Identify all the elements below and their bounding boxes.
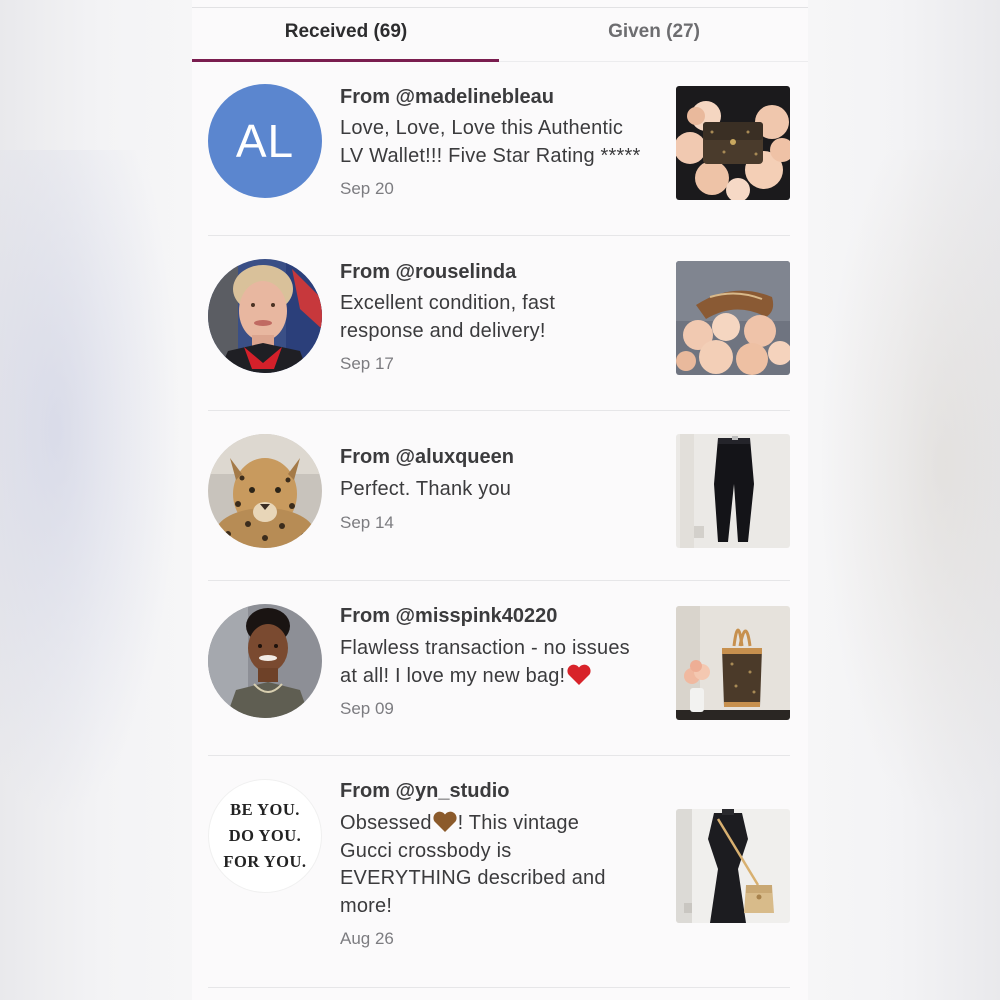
comment-line: Excellent condition, fast (340, 292, 556, 314)
avatar-photo (208, 259, 322, 373)
comment-line: Flawless transaction - no issues (340, 637, 630, 659)
review-date: Sep 17 (340, 354, 394, 373)
comment-line: response and delivery! (340, 319, 546, 342)
comment-line: LV Wallet!!! Five Star Rating ***** (340, 144, 641, 167)
avatar[interactable] (208, 259, 322, 373)
review-item: AL From @madelinebleau Love, Love, Love … (192, 60, 808, 236)
bucket-bag-photo (676, 606, 790, 720)
avatar-photo (208, 434, 322, 548)
review-date: Aug 26 (340, 929, 394, 948)
tab-given[interactable]: Given (27) (500, 8, 808, 61)
listing-thumbnail[interactable] (676, 86, 790, 200)
comment-line: Obsessed (340, 812, 432, 834)
love-notes-screen: Received (69) Given (27) AL From @madeli… (192, 0, 808, 1000)
review-item: BE YOU. DO YOU. FOR YOU. From @yn_studio… (192, 756, 808, 988)
review-item: From @misspink40220 Flawless transaction… (192, 581, 808, 756)
review-date: Sep 14 (340, 513, 394, 532)
review-sender[interactable]: From @rouselinda (340, 261, 516, 284)
comment-line: at all! I love my new bag! (340, 664, 566, 687)
avatar-text-line: DO YOU. (228, 826, 302, 845)
review-comment: Perfect. Thank you (340, 476, 655, 504)
background-left (0, 150, 190, 850)
listing-thumbnail[interactable] (676, 261, 790, 375)
review-comment: Excellent condition, fast response and d… (340, 290, 655, 345)
review-sender[interactable]: From @yn_studio (340, 780, 510, 803)
review-date: Sep 09 (340, 699, 394, 718)
avatar-text-line: FOR YOU. (223, 852, 307, 871)
listing-thumbnail[interactable] (676, 434, 790, 548)
strap-photo (676, 261, 790, 375)
avatar[interactable] (208, 604, 322, 718)
listing-thumbnail[interactable] (676, 606, 790, 720)
review-item: From @rouselinda Excellent condition, fa… (192, 236, 808, 411)
review-sender[interactable]: From @aluxqueen (340, 446, 514, 469)
tab-given-label: Given (27) (608, 20, 700, 42)
avatar-photo (208, 604, 322, 718)
listing-thumbnail[interactable] (676, 809, 790, 923)
comment-line: Perfect. Thank you (340, 478, 512, 500)
comment-line: ! This vintage (457, 812, 580, 834)
comment-line: EVERYTHING described and (340, 867, 606, 889)
review-sender[interactable]: From @misspink40220 (340, 605, 557, 628)
tab-bar: Received (69) Given (27) (192, 7, 808, 62)
tab-received-label: Received (69) (284, 20, 408, 42)
tab-received[interactable]: Received (69) (192, 8, 500, 62)
comment-line: more! (340, 894, 393, 917)
avatar[interactable] (208, 434, 322, 548)
red-heart-icon (567, 664, 591, 685)
comment-line-with-emoji: at all! I love my new bag! (340, 663, 655, 691)
review-item: From @aluxqueen Perfect. Thank you Sep 1… (192, 411, 808, 581)
brown-heart-icon (433, 811, 457, 832)
comment-line: Gucci crossbody is (340, 839, 512, 862)
review-date: Sep 20 (340, 179, 394, 198)
avatar-text-line: BE YOU. (230, 800, 300, 819)
comment-line: Love, Love, Love this Authentic (340, 117, 624, 139)
review-sender[interactable]: From @madelinebleau (340, 86, 554, 109)
review-comment: Obsessed ! This vintage Gucci crossbody i… (340, 810, 655, 920)
avatar[interactable]: AL (208, 84, 322, 198)
background-right (810, 150, 1000, 850)
pants-photo (676, 434, 790, 548)
comment-line-with-emoji: Obsessed ! This vintage (340, 810, 655, 838)
avatar[interactable]: BE YOU. DO YOU. FOR YOU. (208, 779, 322, 893)
review-comment: Love, Love, Love this Authentic LV Walle… (340, 115, 655, 170)
divider (208, 987, 790, 988)
review-comment: Flawless transaction - no issues at all!… (340, 635, 655, 690)
avatar-initials: AL (235, 115, 295, 167)
crossbody-bag-photo (676, 809, 790, 923)
wallet-photo (676, 86, 790, 200)
